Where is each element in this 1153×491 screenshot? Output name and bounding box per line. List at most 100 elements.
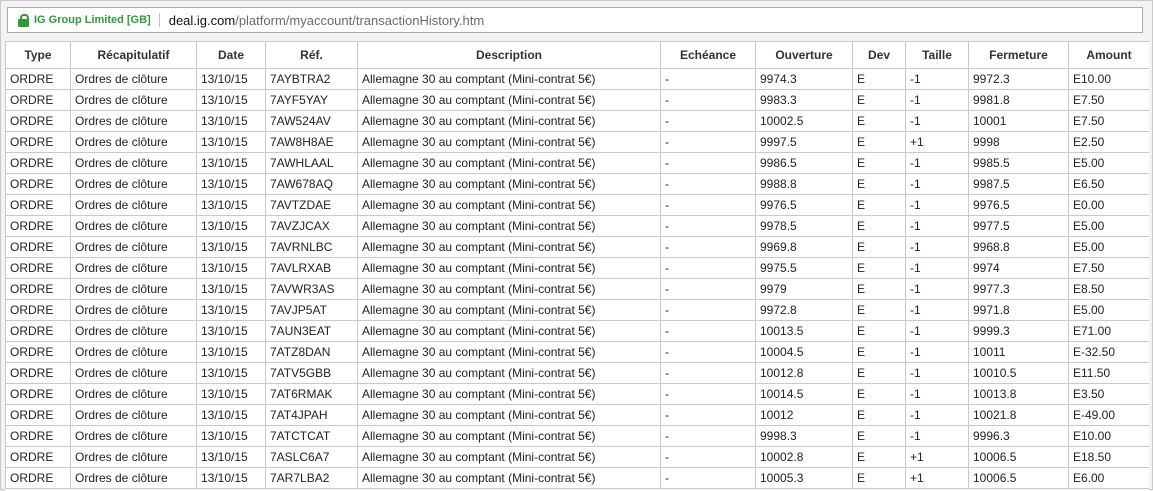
cell-ref: 7AVWR3AS: [265, 278, 358, 300]
column-header-ouverture[interactable]: Ouverture: [755, 41, 853, 69]
cell-recap: Ordres de clôture: [70, 68, 197, 90]
column-header-taille[interactable]: Taille: [905, 41, 969, 69]
cell-amount: E7.50: [1068, 110, 1149, 132]
cell-echeance: -: [660, 194, 756, 216]
table-row[interactable]: ORDRE Ordres de clôture 13/10/15 7AWHLAAL Al…: [5, 152, 1149, 174]
cell-recap: Ordres de clôture: [70, 89, 197, 111]
cell-ref: 7AVTZDAE: [265, 194, 358, 216]
cell-echeance: -: [660, 320, 756, 342]
cell-ref: 7AWHLAAL: [265, 152, 358, 174]
cell-taille: -1: [905, 68, 969, 90]
table-row[interactable]: ORDRE Ordres de clôture 13/10/15 7AW524AV Al…: [5, 110, 1149, 132]
cell-type: ORDRE: [5, 320, 71, 342]
cell-fermeture: 9968.8: [968, 236, 1069, 258]
cell-dev: E: [852, 89, 906, 111]
cell-fermeture: 9999.3: [968, 320, 1069, 342]
cell-type: ORDRE: [5, 131, 71, 153]
cell-date: 13/10/15: [196, 425, 266, 447]
cell-dev: E: [852, 404, 906, 426]
cell-amount: E8.50: [1068, 278, 1149, 300]
url-text[interactable]: deal.ig.com/platform/myaccount/transacti…: [169, 13, 485, 28]
cell-taille: -1: [905, 152, 969, 174]
cell-ouverture: 10005.3: [755, 467, 853, 489]
cell-ref: 7AYF5YAY: [265, 89, 358, 111]
lock-icon: [18, 14, 29, 27]
cell-description: Allemagne 30 au comptant (Mini-contrat 5…: [357, 110, 661, 132]
cell-ouverture: 9974.3: [755, 68, 853, 90]
cell-date: 13/10/15: [196, 341, 266, 363]
column-header-description[interactable]: Description: [357, 41, 661, 69]
column-header-echeance[interactable]: Echéance: [660, 41, 756, 69]
table-row[interactable]: ORDRE Ordres de clôture 13/10/15 7AW8H8AE Al…: [5, 131, 1149, 153]
url-domain: deal.ig.com: [168, 12, 236, 28]
cell-echeance: -: [660, 110, 756, 132]
column-header-dev[interactable]: Dev: [852, 41, 906, 69]
table-row[interactable]: ORDRE Ordres de clôture 13/10/15 7AT4JPAH Al…: [5, 404, 1149, 426]
cell-ouverture: 10002.5: [755, 110, 853, 132]
cell-echeance: -: [660, 362, 756, 384]
table-row[interactable]: ORDRE Ordres de clôture 13/10/15 7ATCTCAT Al…: [5, 425, 1149, 447]
column-header-amount[interactable]: Amount: [1068, 41, 1149, 69]
cell-dev: E: [852, 299, 906, 321]
cell-fermeture: 10006.5: [968, 446, 1069, 468]
table-row[interactable]: ORDRE Ordres de clôture 13/10/15 7AR7LBA2 Al…: [5, 467, 1149, 489]
column-header-type[interactable]: Type: [5, 41, 71, 69]
cell-ref: 7AUN3EAT: [265, 320, 358, 342]
cell-ouverture: 9972.8: [755, 299, 853, 321]
cell-echeance: -: [660, 446, 756, 468]
cell-description: Allemagne 30 au comptant (Mini-contrat 5…: [357, 341, 661, 363]
table-row[interactable]: ORDRE Ordres de clôture 13/10/15 7ASLC6A7 Al…: [5, 446, 1149, 468]
cell-taille: -1: [905, 173, 969, 195]
cell-amount: E7.50: [1068, 89, 1149, 111]
cell-dev: E: [852, 131, 906, 153]
table-row[interactable]: ORDRE Ordres de clôture 13/10/15 7AVJP5AT Al…: [5, 299, 1149, 321]
cell-description: Allemagne 30 au comptant (Mini-contrat 5…: [357, 425, 661, 447]
table-row[interactable]: ORDRE Ordres de clôture 13/10/15 7AUN3EAT Al…: [5, 320, 1149, 342]
cell-echeance: -: [660, 278, 756, 300]
column-header-date[interactable]: Date: [196, 41, 266, 69]
address-separator: [158, 13, 160, 27]
cell-taille: -1: [905, 257, 969, 279]
cell-type: ORDRE: [5, 299, 71, 321]
cell-date: 13/10/15: [196, 320, 266, 342]
table-row[interactable]: ORDRE Ordres de clôture 13/10/15 7ATZ8DAN Al…: [5, 341, 1149, 363]
cell-taille: -1: [905, 299, 969, 321]
cell-ouverture: 9979: [755, 278, 853, 300]
address-bar[interactable]: IG Group Limited [GB] deal.ig.com/platfo…: [7, 7, 1143, 33]
table-row[interactable]: ORDRE Ordres de clôture 13/10/15 7AVTZDAE Al…: [5, 194, 1149, 216]
cell-type: ORDRE: [5, 257, 71, 279]
table-row[interactable]: ORDRE Ordres de clôture 13/10/15 7AVLRXAB Al…: [5, 257, 1149, 279]
cell-ouverture: 9997.5: [755, 131, 853, 153]
cell-dev: E: [852, 383, 906, 405]
cell-dev: E: [852, 425, 906, 447]
table-row[interactable]: ORDRE Ordres de clôture 13/10/15 7AVRNLBC Al…: [5, 236, 1149, 258]
cell-date: 13/10/15: [196, 215, 266, 237]
cell-echeance: -: [660, 257, 756, 279]
column-header-fermeture[interactable]: Fermeture: [968, 41, 1069, 69]
cell-description: Allemagne 30 au comptant (Mini-contrat 5…: [357, 215, 661, 237]
secure-identity-label[interactable]: IG Group Limited [GB]: [34, 14, 151, 26]
url-path: /platform/myaccount/transactionHistory.h…: [235, 12, 485, 28]
cell-dev: E: [852, 278, 906, 300]
cell-taille: -1: [905, 341, 969, 363]
table-row[interactable]: ORDRE Ordres de clôture 13/10/15 7AYBTRA2 Al…: [5, 68, 1149, 90]
cell-date: 13/10/15: [196, 131, 266, 153]
table-row[interactable]: ORDRE Ordres de clôture 13/10/15 7AVZJCAX Al…: [5, 215, 1149, 237]
cell-date: 13/10/15: [196, 446, 266, 468]
table-row[interactable]: ORDRE Ordres de clôture 13/10/15 7AYF5YAY Al…: [5, 89, 1149, 111]
cell-ouverture: 10012.8: [755, 362, 853, 384]
cell-ref: 7ATZ8DAN: [265, 341, 358, 363]
cell-dev: E: [852, 215, 906, 237]
cell-echeance: -: [660, 467, 756, 489]
column-header-recap[interactable]: Récapitulatif: [70, 41, 197, 69]
table-row[interactable]: ORDRE Ordres de clôture 13/10/15 7AVWR3AS Al…: [5, 278, 1149, 300]
table-row[interactable]: ORDRE Ordres de clôture 13/10/15 7AT6RMAK Al…: [5, 383, 1149, 405]
cell-type: ORDRE: [5, 236, 71, 258]
cell-fermeture: 9977.5: [968, 215, 1069, 237]
column-header-ref[interactable]: Réf.: [265, 41, 358, 69]
table-row[interactable]: ORDRE Ordres de clôture 13/10/15 7ATV5GBB Al…: [5, 362, 1149, 384]
table-row[interactable]: ORDRE Ordres de clôture 13/10/15 7AW678AQ Al…: [5, 173, 1149, 195]
cell-type: ORDRE: [5, 404, 71, 426]
cell-amount: E3.50: [1068, 383, 1149, 405]
cell-recap: Ordres de clôture: [70, 110, 197, 132]
